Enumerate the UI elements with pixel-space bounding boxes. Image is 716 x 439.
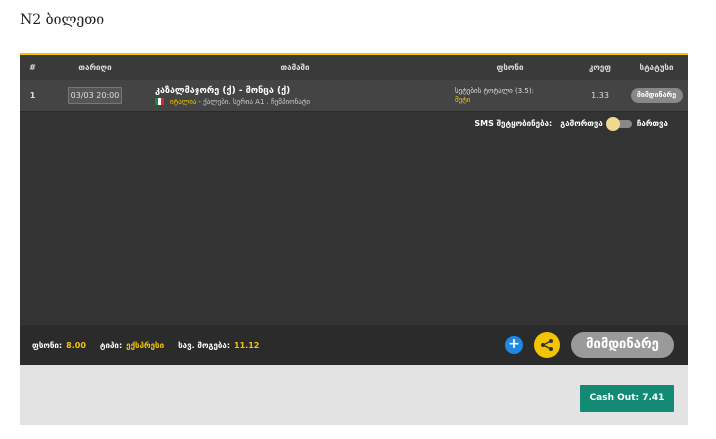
add-button[interactable]: + [505, 336, 523, 354]
row-market: სეტების ტოტალი (3.5): [455, 86, 534, 95]
cashout-area: Cash Out: 7.41 [20, 365, 688, 425]
possible-win-label: სავ. მოგება: [178, 340, 231, 350]
row-teams[interactable]: კაზალმაჯორე (ქ) - მონცა (ქ) [155, 86, 445, 96]
stake-label: ფსონი: [32, 340, 63, 350]
ticket-title: N2 ბილეთი [20, 12, 105, 28]
type-label: ტიპი: [99, 340, 123, 350]
row-status-badge: მიმდინარე [630, 88, 683, 103]
cash-out-button[interactable]: Cash Out: 7.41 [580, 385, 674, 412]
italy-flag-icon [155, 98, 164, 105]
win-group: სავ. მოგება: 11.12 [178, 341, 259, 350]
sms-notification: SMS შეტყობინება: გამორთვა ჩართვა [474, 116, 668, 131]
row-game-sub: იტალია - ქალები. სერია A1 . ჩემპიონატი [155, 98, 445, 106]
sms-on-label: ჩართვა [636, 119, 668, 128]
stake-group: ფსონი: 8.00 [32, 341, 86, 350]
sms-toggle-knob[interactable] [605, 116, 620, 131]
header-status: სტატუსი [639, 63, 674, 72]
share-button[interactable] [534, 332, 560, 358]
sms-toggle[interactable] [605, 116, 632, 131]
type-value: ექსპრესი [126, 340, 165, 350]
row-odds: 1.33 [591, 91, 609, 100]
ticket-panel: # თარიღი თამაში ფსონი კოეფ სტატუსი 1 03/… [20, 53, 688, 365]
status-button[interactable]: მიმდინარე [571, 332, 674, 358]
sms-off-label: გამორთვა [560, 119, 603, 128]
header-game: თამაში [280, 63, 310, 72]
row-market-cell: სეტების ტოტალი (3.5): მეტი [445, 87, 575, 105]
row-status-cell: მიმდინარე [625, 88, 688, 103]
sms-label: SMS შეტყობინება: [474, 119, 553, 128]
header-date: თარიღი [78, 63, 112, 72]
table-header: # თარიღი თამაში ფსონი კოეფ სტატუსი [20, 55, 688, 80]
row-date: 03/03 20:00 [68, 87, 122, 104]
share-icon [541, 339, 553, 351]
row-number: 1 [29, 91, 36, 100]
type-group: ტიპი: ექსპრესი [100, 341, 164, 350]
row-league: - ქალები. სერია A1 . ჩემპიონატი [198, 97, 311, 106]
row-game-cell: კაზალმაჯორე (ქ) - მონცა (ქ) იტალია - ქალ… [145, 86, 445, 106]
header-odds: კოეფ [588, 63, 612, 72]
header-bet: ფსონი [496, 63, 524, 72]
stake-value: 8.00 [66, 340, 86, 350]
possible-win-value: 11.12 [234, 340, 260, 350]
row-pick: მეტი [455, 95, 471, 104]
table-row: 1 03/03 20:00 კაზალმაჯორე (ქ) - მონცა (ქ… [20, 80, 688, 112]
ticket-footer: ფსონი: 8.00 ტიპი: ექსპრესი სავ. მოგება: 11.… [20, 325, 688, 365]
row-date-cell: 03/03 20:00 [45, 87, 145, 104]
header-num: # [29, 63, 36, 72]
row-country: იტალია [170, 97, 197, 106]
